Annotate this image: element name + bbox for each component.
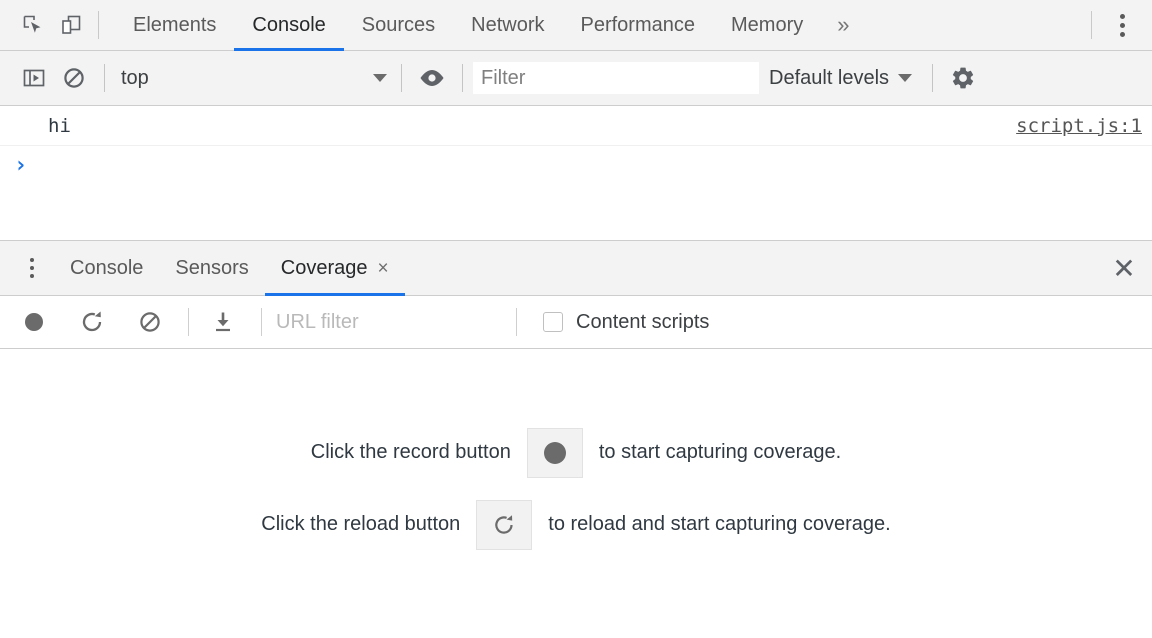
tab-performance[interactable]: Performance	[563, 0, 714, 50]
inspect-element-button[interactable]	[14, 7, 52, 43]
console-output-area[interactable]: hi script.js:1 ›	[0, 106, 1152, 240]
console-sidebar-icon	[21, 65, 47, 91]
coverage-hint-record-button[interactable]	[527, 428, 583, 478]
close-drawer-button[interactable]: ✕	[1096, 241, 1152, 295]
kebab-menu-icon	[1120, 23, 1125, 28]
drawer-menu-button[interactable]	[10, 241, 54, 295]
coverage-toolbar: Content scripts	[0, 296, 1152, 349]
console-filter-input[interactable]	[473, 62, 759, 94]
tab-console-label: Console	[252, 14, 325, 37]
tab-performance-label: Performance	[581, 14, 696, 37]
coverage-record-button[interactable]	[14, 303, 54, 341]
close-icon: ✕	[1112, 252, 1135, 285]
tab-elements-label: Elements	[133, 14, 216, 37]
drawer-tab-console[interactable]: Console	[54, 241, 159, 295]
execution-context-value: top	[121, 67, 373, 90]
content-scripts-toggle[interactable]: Content scripts	[543, 311, 709, 334]
execution-context-selector[interactable]: top	[115, 67, 391, 90]
kebab-menu-icon	[1120, 14, 1125, 19]
devtools-window: Elements Console Sources Network Perform…	[0, 0, 1152, 638]
device-toolbar-button[interactable]	[52, 7, 90, 43]
coverage-hint-reload-suffix: to reload and start capturing coverage.	[548, 513, 890, 536]
gear-icon	[950, 65, 976, 91]
coverage-hint-record-prefix: Click the record button	[311, 441, 511, 464]
coverage-hint-record: Click the record button to start capturi…	[311, 428, 841, 478]
record-circle-icon	[544, 442, 566, 464]
console-filter-toolbar: top Default levels	[0, 51, 1152, 106]
console-settings-button[interactable]	[943, 59, 983, 97]
tab-network-label: Network	[471, 14, 544, 37]
console-sidebar-toggle[interactable]	[14, 59, 54, 97]
kebab-menu-icon	[30, 258, 34, 262]
tab-sources[interactable]: Sources	[344, 0, 453, 50]
clear-all-icon	[137, 309, 163, 335]
export-download-icon	[210, 309, 236, 335]
main-toolbar-icons	[0, 0, 107, 50]
chevron-down-icon	[898, 74, 912, 82]
console-toolbar-divider-1	[104, 64, 105, 92]
live-expression-icon	[418, 67, 446, 89]
more-tabs-button[interactable]: »	[821, 0, 865, 50]
console-toolbar-divider-3	[462, 64, 463, 92]
drawer-panel: Console Sensors Coverage × ✕	[0, 240, 1152, 638]
close-tab-icon[interactable]: ×	[377, 259, 388, 278]
drawer-tabs: Console Sensors Coverage ×	[54, 241, 405, 295]
log-levels-selector[interactable]: Default levels	[759, 67, 922, 90]
console-message-text: hi	[48, 115, 71, 137]
toolbar-divider	[98, 11, 99, 39]
tab-console[interactable]: Console	[234, 0, 343, 50]
drawer-tab-bar: Console Sensors Coverage × ✕	[0, 241, 1152, 296]
console-toolbar-divider-4	[932, 64, 933, 92]
main-toolbar-right	[1083, 0, 1152, 50]
prompt-arrow-icon: ›	[14, 155, 27, 177]
coverage-toolbar-divider-3	[516, 308, 517, 336]
drawer-tab-sensors[interactable]: Sensors	[159, 241, 264, 295]
tab-elements[interactable]: Elements	[115, 0, 234, 50]
main-tab-bar: Elements Console Sources Network Perform…	[0, 0, 1152, 51]
live-expression-button[interactable]	[412, 59, 452, 97]
main-tabs: Elements Console Sources Network Perform…	[115, 0, 865, 50]
tab-memory-label: Memory	[731, 14, 803, 37]
reload-icon	[79, 309, 105, 335]
chevron-down-icon	[373, 74, 387, 82]
console-message-source-link[interactable]: script.js:1	[1016, 115, 1142, 137]
kebab-menu-icon	[30, 266, 34, 270]
clear-console-icon	[61, 65, 87, 91]
console-message-row[interactable]: hi script.js:1	[0, 106, 1152, 146]
tab-sources-label: Sources	[362, 14, 435, 37]
log-levels-label: Default levels	[769, 67, 889, 90]
device-toolbar-icon	[59, 13, 83, 37]
coverage-clear-button[interactable]	[130, 303, 170, 341]
coverage-hint-reload-prefix: Click the reload button	[261, 513, 460, 536]
main-menu-button[interactable]	[1100, 7, 1144, 43]
kebab-menu-icon	[1120, 32, 1125, 37]
coverage-export-button[interactable]	[203, 303, 243, 341]
reload-icon	[491, 512, 517, 538]
toolbar-divider-right	[1091, 11, 1092, 39]
drawer-tab-coverage-label: Coverage	[281, 257, 368, 280]
tab-memory[interactable]: Memory	[713, 0, 821, 50]
tab-network[interactable]: Network	[453, 0, 562, 50]
coverage-empty-state: Click the record button to start capturi…	[0, 349, 1152, 638]
drawer-tab-console-label: Console	[70, 257, 143, 280]
kebab-menu-icon	[30, 274, 34, 278]
coverage-hint-reload: Click the reload button to reload and st…	[261, 500, 890, 550]
console-prompt-row[interactable]: ›	[0, 146, 1152, 186]
inspect-element-icon	[21, 13, 45, 37]
drawer-tab-sensors-label: Sensors	[175, 257, 248, 280]
more-tabs-icon: »	[837, 12, 849, 38]
coverage-reload-button[interactable]	[72, 303, 112, 341]
clear-console-button[interactable]	[54, 59, 94, 97]
console-toolbar-divider-2	[401, 64, 402, 92]
coverage-toolbar-divider-2	[261, 308, 262, 336]
drawer-tab-coverage[interactable]: Coverage ×	[265, 241, 405, 295]
coverage-hint-reload-button[interactable]	[476, 500, 532, 550]
coverage-toolbar-divider-1	[188, 308, 189, 336]
content-scripts-checkbox[interactable]	[543, 312, 563, 332]
coverage-hint-record-suffix: to start capturing coverage.	[599, 441, 841, 464]
coverage-url-filter-input[interactable]	[276, 307, 516, 337]
record-circle-icon	[21, 309, 47, 335]
content-scripts-label: Content scripts	[576, 311, 709, 334]
